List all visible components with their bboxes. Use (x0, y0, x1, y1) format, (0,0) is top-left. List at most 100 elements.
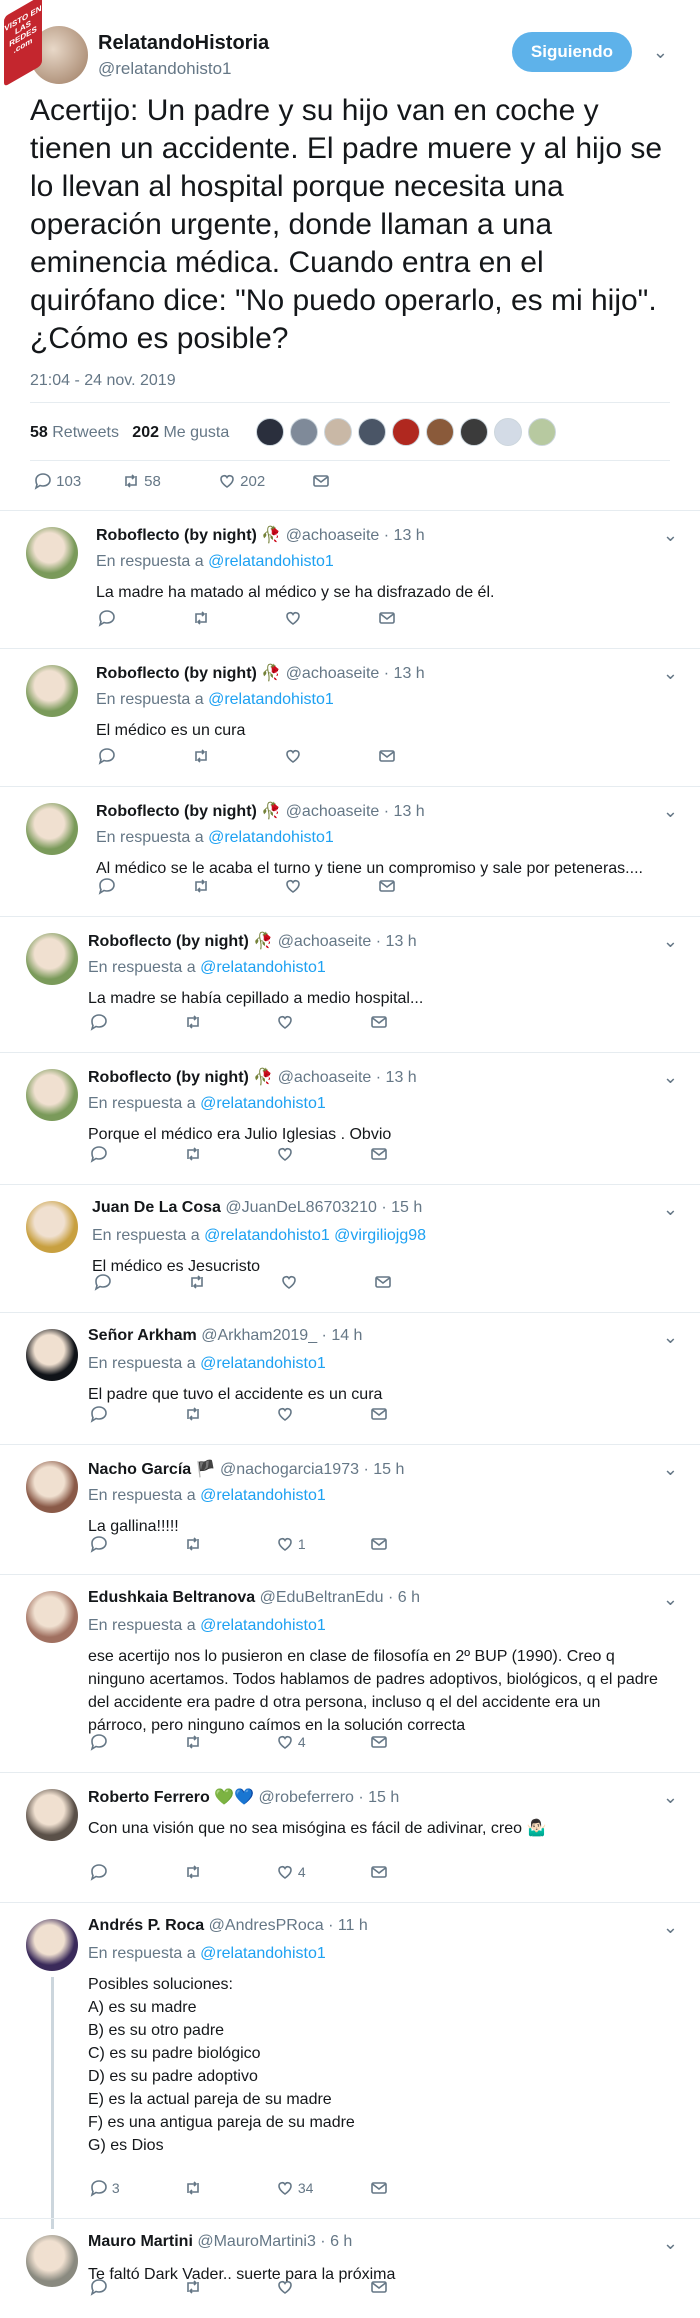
like-button[interactable]: 1 (276, 1535, 306, 1553)
like-button[interactable] (276, 2278, 294, 2296)
reply-time[interactable]: 15 h (391, 1199, 422, 1216)
reply-author-name[interactable]: Nacho García (88, 1461, 191, 1478)
reply-author-handle[interactable]: @achoaseite (286, 803, 380, 820)
reply-avatar[interactable] (26, 1591, 78, 1643)
chevron-down-icon[interactable]: ⌄ (663, 525, 678, 546)
reply-avatar[interactable] (26, 803, 78, 855)
like-button[interactable]: 202 (218, 472, 265, 490)
reply-avatar[interactable] (26, 1789, 78, 1841)
message-button[interactable] (370, 2278, 388, 2296)
reply-tweet[interactable]: Roboflecto (by night) 🥀 @achoaseite · 13… (0, 648, 700, 787)
retweet-button[interactable] (184, 1013, 202, 1031)
reply-mention-link[interactable]: @relatandohisto1 (200, 959, 326, 976)
retweet-button[interactable] (184, 1733, 202, 1751)
reply-avatar[interactable] (26, 1461, 78, 1513)
reply-tweet[interactable]: Juan De La Cosa @JuanDeL86703210 · 15 h ⌄… (0, 1184, 700, 1313)
reply-author-name[interactable]: Edushkaia Beltranova (88, 1589, 255, 1606)
like-button[interactable]: 4 (276, 1733, 306, 1751)
reply-tweet[interactable]: Roberto Ferrero 💚💙 @robeferrero · 15 h ⌄ C… (0, 1772, 700, 1903)
liker-avatar[interactable] (290, 418, 318, 446)
reply-author-name[interactable]: Mauro Martini (88, 2233, 193, 2250)
reply-tweet[interactable]: Roboflecto (by night) 🥀 @achoaseite · 13… (0, 916, 700, 1053)
reply-author-handle[interactable]: @Arkham2019_ (201, 1327, 317, 1344)
author-handle[interactable]: @relatandohisto1 (98, 59, 232, 79)
reply-author-name[interactable]: Roboflecto (by night) (88, 933, 249, 950)
liker-avatar[interactable] (426, 418, 454, 446)
reply-time[interactable]: 6 h (330, 2233, 352, 2250)
chevron-down-icon[interactable]: ⌄ (663, 663, 678, 684)
retweet-button[interactable] (192, 747, 210, 765)
chevron-down-icon[interactable]: ⌄ (663, 1067, 678, 1088)
retweet-button[interactable] (192, 609, 210, 627)
reply-mention-link[interactable]: @relatandohisto1 (200, 1355, 326, 1372)
reply-mention-link[interactable]: @relatandohisto1 (200, 1095, 326, 1112)
reply-author-name[interactable]: Roberto Ferrero (88, 1789, 210, 1806)
message-button[interactable] (370, 1013, 388, 1031)
liker-avatar[interactable] (324, 418, 352, 446)
reply-tweet[interactable]: Roboflecto (by night) 🥀 @achoaseite · 13… (0, 1052, 700, 1185)
chevron-down-icon[interactable]: ⌄ (653, 42, 668, 63)
reply-button[interactable] (90, 1405, 108, 1423)
reply-author-handle[interactable]: @achoaseite (286, 665, 380, 682)
message-button[interactable] (370, 1733, 388, 1751)
message-button[interactable] (378, 609, 396, 627)
reply-mention-link[interactable]: @relatandohisto1 (208, 553, 334, 570)
reply-avatar[interactable] (26, 1919, 78, 1971)
reply-avatar[interactable] (26, 1329, 78, 1381)
liker-avatar[interactable] (392, 418, 420, 446)
like-count[interactable]: 202 (132, 424, 159, 441)
reply-button[interactable]: 3 (90, 2179, 120, 2197)
chevron-down-icon[interactable]: ⌄ (663, 1917, 678, 1938)
message-button[interactable] (378, 747, 396, 765)
message-button[interactable] (370, 1535, 388, 1553)
reply-mention-link[interactable]: @relatandohisto1 @virgiliojg98 (204, 1227, 426, 1244)
reply-author-name[interactable]: Roboflecto (by night) (96, 665, 257, 682)
reply-tweet[interactable]: Andrés P. Roca @AndresPRoca · 11 h ⌄ En re… (0, 1902, 700, 2229)
like-button[interactable] (284, 609, 302, 627)
reply-button[interactable] (90, 1733, 108, 1751)
retweet-button[interactable] (184, 1863, 202, 1881)
reply-avatar[interactable] (26, 933, 78, 985)
reply-avatar[interactable] (26, 1201, 78, 1253)
reply-tweet[interactable]: Roboflecto (by night) 🥀 @achoaseite · 13… (0, 510, 700, 649)
reply-time[interactable]: 13 h (394, 665, 425, 682)
like-button[interactable] (276, 1145, 294, 1163)
message-button[interactable] (374, 1273, 392, 1291)
message-button[interactable] (370, 1405, 388, 1423)
reply-author-name[interactable]: Roboflecto (by night) (96, 803, 257, 820)
reply-avatar[interactable] (26, 527, 78, 579)
reply-author-name[interactable]: Roboflecto (by night) (96, 527, 257, 544)
reply-time[interactable]: 6 h (398, 1589, 420, 1606)
chevron-down-icon[interactable]: ⌄ (663, 1459, 678, 1480)
liker-avatar[interactable] (494, 418, 522, 446)
reply-avatar[interactable] (26, 665, 78, 717)
retweet-button[interactable] (188, 1273, 206, 1291)
liker-avatar[interactable] (256, 418, 284, 446)
like-button[interactable] (280, 1273, 298, 1291)
reply-tweet[interactable]: Nacho García 🏴 @nachogarcia1973 · 15 h ⌄ E… (0, 1444, 700, 1575)
reply-author-name[interactable]: Roboflecto (by night) (88, 1069, 249, 1086)
message-button[interactable] (370, 1863, 388, 1881)
reply-mention-link[interactable]: @relatandohisto1 (208, 691, 334, 708)
reply-mention-link[interactable]: @relatandohisto1 (200, 1945, 326, 1962)
retweet-button[interactable] (192, 877, 210, 895)
likes-label[interactable]: Me gusta (163, 424, 229, 441)
reply-time[interactable]: 13 h (394, 803, 425, 820)
author-name[interactable]: RelatandoHistoria (98, 32, 269, 55)
reply-time[interactable]: 14 h (331, 1327, 362, 1344)
retweets-label[interactable]: Retweets (52, 424, 119, 441)
reply-author-handle[interactable]: @achoaseite (278, 933, 372, 950)
reply-author-handle[interactable]: @achoaseite (286, 527, 380, 544)
liker-avatar[interactable] (358, 418, 386, 446)
reply-avatar[interactable] (26, 2235, 78, 2287)
reply-author-handle[interactable]: @robeferrero (259, 1789, 354, 1806)
reply-button[interactable] (98, 747, 116, 765)
message-button[interactable] (312, 472, 330, 490)
reply-time[interactable]: 13 h (386, 1069, 417, 1086)
like-button[interactable] (276, 1013, 294, 1031)
liker-avatar[interactable] (528, 418, 556, 446)
reply-tweet[interactable]: Roboflecto (by night) 🥀 @achoaseite · 13… (0, 786, 700, 917)
message-button[interactable] (370, 2179, 388, 2197)
retweet-button[interactable] (184, 1145, 202, 1163)
reply-button[interactable] (90, 1535, 108, 1553)
